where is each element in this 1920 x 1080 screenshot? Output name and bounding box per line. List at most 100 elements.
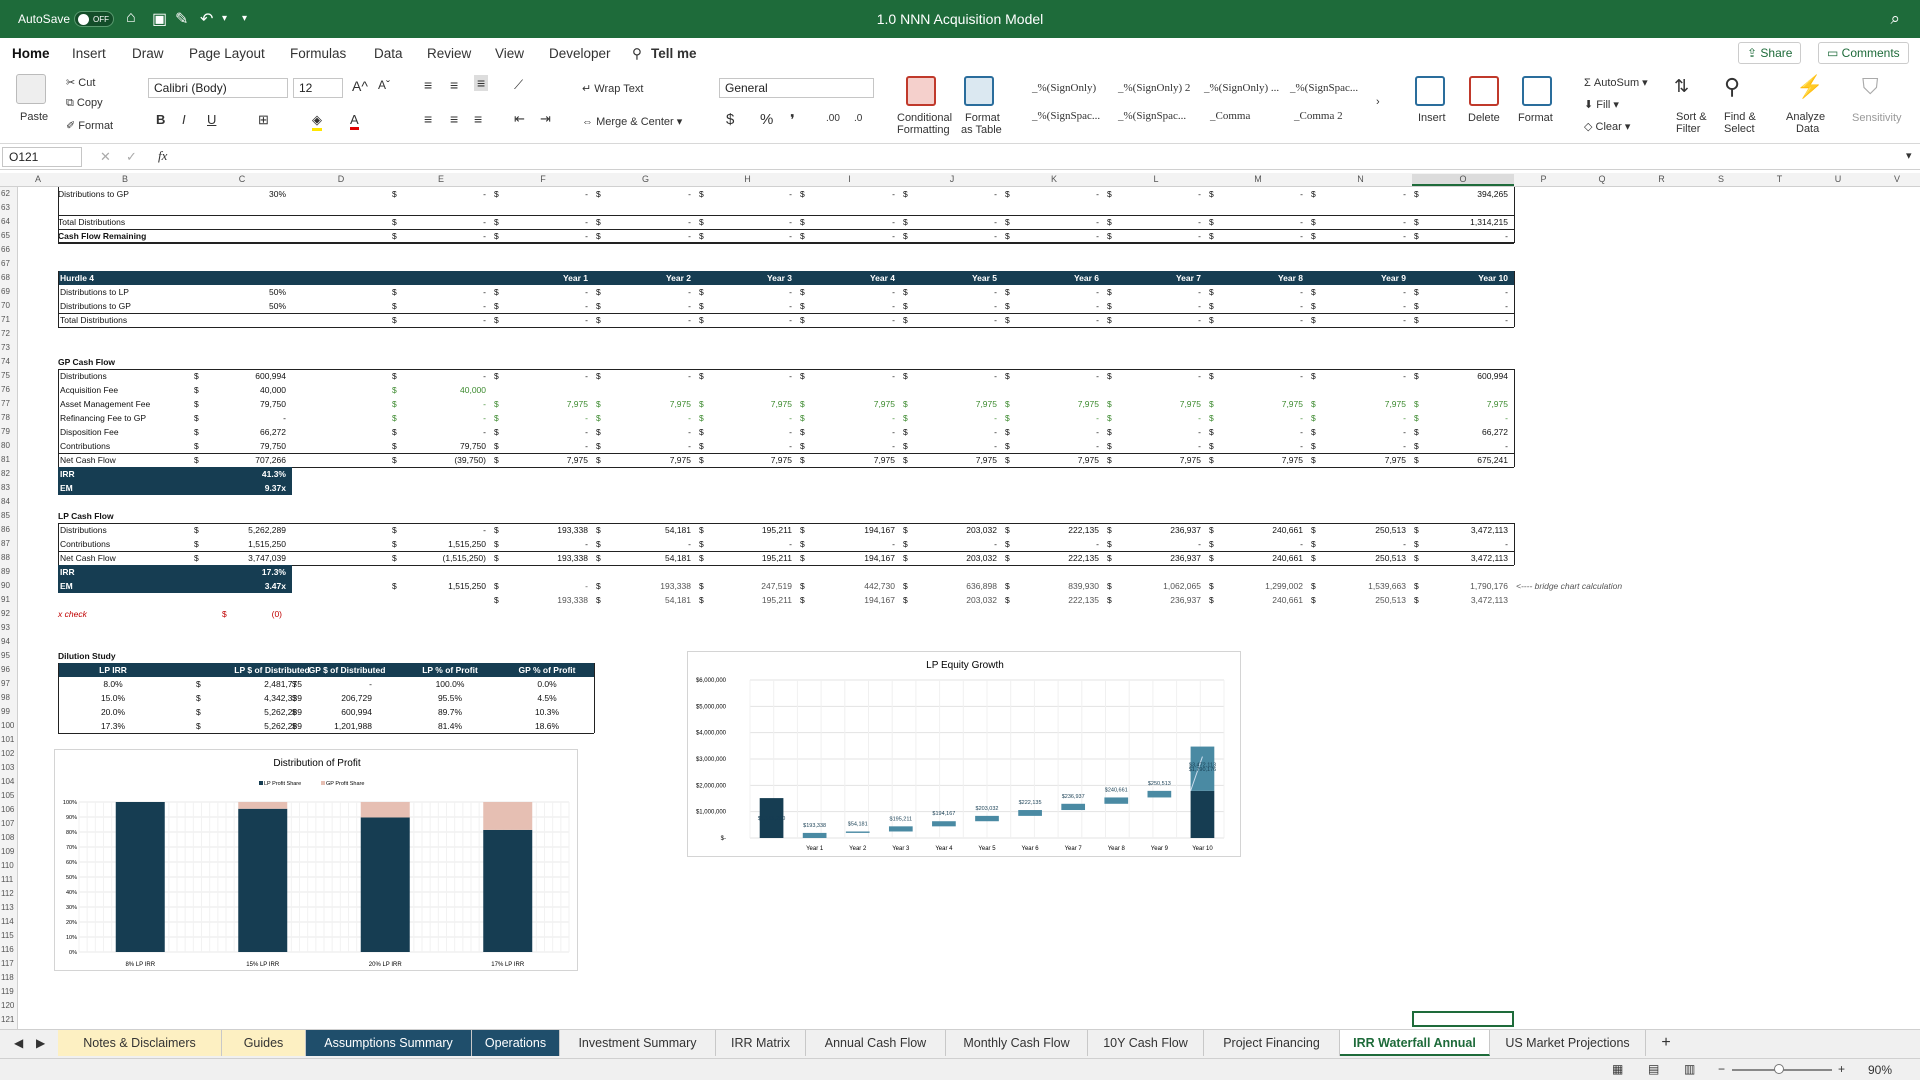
row-header[interactable]: 92 — [0, 607, 17, 621]
column-header-p[interactable]: P — [1514, 174, 1573, 184]
row-header[interactable]: 62 — [0, 187, 17, 201]
row-header[interactable]: 74 — [0, 355, 17, 369]
row-header[interactable]: 113 — [0, 901, 17, 915]
row-header[interactable]: 101 — [0, 733, 17, 747]
undo-dropdown-icon[interactable]: ▾ — [222, 13, 227, 24]
row-header[interactable]: 89 — [0, 565, 17, 579]
paste-button[interactable]: Paste — [20, 111, 48, 123]
format-as-table-label[interactable]: Format — [965, 112, 1000, 124]
row-header[interactable]: 93 — [0, 621, 17, 635]
row-header[interactable]: 98 — [0, 691, 17, 705]
row-header[interactable]: 90 — [0, 579, 17, 593]
sheet-tab[interactable]: Guides — [222, 1030, 306, 1056]
column-header-t[interactable]: T — [1750, 174, 1809, 184]
column-header-u[interactable]: U — [1809, 174, 1867, 184]
row-header[interactable]: 108 — [0, 831, 17, 845]
sheet-tab[interactable]: IRR Waterfall Annual — [1340, 1030, 1490, 1056]
lp-equity-growth-chart[interactable]: LP Equity Growth $- $1,000,000 $2,000,000 $3… — [687, 651, 1241, 857]
clear-button[interactable]: ◇ Clear ▾ — [1584, 120, 1630, 133]
sensitivity-label[interactable]: Sensitivity — [1852, 112, 1902, 124]
align-right-icon[interactable]: ≡ — [474, 111, 482, 127]
increase-indent-icon[interactable]: ⇥ — [540, 111, 551, 127]
row-header[interactable]: 94 — [0, 635, 17, 649]
row-header[interactable]: 115 — [0, 929, 17, 943]
percent-icon[interactable]: % — [760, 111, 773, 128]
sheet-tab[interactable]: Annual Cash Flow — [806, 1030, 946, 1056]
zoom-out-icon[interactable]: − — [1718, 1062, 1725, 1076]
row-header[interactable]: 68 — [0, 271, 17, 285]
row-header[interactable]: 121 — [0, 1013, 17, 1027]
autosum-button[interactable]: Σ AutoSum ▾ — [1584, 76, 1648, 89]
align-middle-icon[interactable]: ≡ — [450, 77, 458, 93]
row-header[interactable]: 116 — [0, 943, 17, 957]
row-header[interactable]: 71 — [0, 313, 17, 327]
align-top-icon[interactable]: ≡ — [424, 77, 432, 93]
row-header[interactable]: 82 — [0, 467, 17, 481]
underline-icon[interactable]: U — [207, 112, 216, 127]
cell-style-1[interactable]: _%(SignOnly) — [1032, 82, 1096, 94]
decrease-indent-icon[interactable]: ⇤ — [514, 111, 525, 127]
row-header[interactable]: 78 — [0, 411, 17, 425]
row-header[interactable]: 75 — [0, 369, 17, 383]
customize-qat-icon[interactable]: ▾ — [242, 13, 247, 24]
tab-formulas[interactable]: Formulas — [290, 46, 346, 61]
comma-icon[interactable]: ❜ — [790, 111, 795, 129]
save-icon[interactable]: ▣ — [152, 9, 167, 29]
column-header-b[interactable]: B — [58, 174, 192, 184]
paste-icon[interactable] — [16, 74, 46, 104]
row-header[interactable]: 83 — [0, 481, 17, 495]
sheet-tab[interactable]: IRR Matrix — [716, 1030, 806, 1056]
conditional-formatting-label-2[interactable]: Formatting — [897, 124, 950, 136]
row-header[interactable]: 79 — [0, 425, 17, 439]
cell-style-3[interactable]: _%(SignOnly) ... — [1204, 82, 1279, 94]
bold-icon[interactable]: B — [156, 112, 165, 127]
column-header-s[interactable]: S — [1692, 174, 1750, 184]
delete-cells-button[interactable]: Delete — [1468, 112, 1500, 124]
borders-icon[interactable]: ⊞ — [258, 112, 269, 128]
row-header[interactable]: 105 — [0, 789, 17, 803]
sheet-tab[interactable]: Investment Summary — [560, 1030, 716, 1056]
column-header-j[interactable]: J — [901, 174, 1003, 184]
number-format-select[interactable]: General — [719, 78, 874, 98]
sheet-tab[interactable]: Notes & Disclaimers — [58, 1030, 222, 1056]
page-layout-view-icon[interactable]: ▤ — [1648, 1062, 1659, 1076]
edit-icon[interactable]: ✎ — [175, 9, 188, 29]
zoom-slider-thumb[interactable] — [1774, 1064, 1784, 1074]
row-header[interactable]: 106 — [0, 803, 17, 817]
row-header[interactable]: 91 — [0, 593, 17, 607]
sort-filter-label[interactable]: Sort & — [1676, 111, 1707, 123]
styles-scroll-icon[interactable]: › — [1376, 96, 1380, 108]
normal-view-icon[interactable]: ▦ — [1612, 1062, 1623, 1076]
column-header-l[interactable]: L — [1105, 174, 1207, 184]
column-header-k[interactable]: K — [1003, 174, 1105, 184]
analyze-data-icon[interactable]: ⚡ — [1796, 74, 1823, 100]
row-header[interactable]: 67 — [0, 257, 17, 271]
decrease-decimal-icon[interactable]: .0 — [854, 113, 862, 124]
tab-page-layout[interactable]: Page Layout — [189, 46, 265, 61]
conditional-formatting-label[interactable]: Conditional — [897, 112, 952, 124]
sheet-tab[interactable]: Monthly Cash Flow — [946, 1030, 1088, 1056]
row-header[interactable]: 63 — [0, 201, 17, 215]
row-header[interactable]: 81 — [0, 453, 17, 467]
column-header-a[interactable]: A — [18, 174, 58, 184]
sheet-tab[interactable]: Project Financing — [1204, 1030, 1340, 1056]
column-header-f[interactable]: F — [492, 174, 594, 184]
column-header-i[interactable]: I — [798, 174, 901, 184]
row-header[interactable]: 99 — [0, 705, 17, 719]
row-header[interactable]: 114 — [0, 915, 17, 929]
row-header[interactable]: 109 — [0, 845, 17, 859]
cell-style-5[interactable]: _%(SignSpac... — [1032, 110, 1100, 122]
cell-style-7[interactable]: _Comma — [1210, 110, 1250, 122]
format-as-table-label-2[interactable]: as Table — [961, 124, 1002, 136]
conditional-formatting-icon[interactable] — [906, 76, 936, 106]
increase-decimal-icon[interactable]: .00 — [826, 113, 840, 124]
fill-button[interactable]: ⬇ Fill ▾ — [1584, 98, 1619, 111]
format-as-table-icon[interactable] — [964, 76, 994, 106]
tell-me-box[interactable]: Tell me — [651, 46, 697, 61]
sort-filter-icon[interactable]: ⇅ — [1674, 76, 1689, 97]
font-name-select[interactable]: Calibri (Body) — [148, 78, 288, 98]
analyze-data-label[interactable]: Analyze — [1786, 111, 1825, 123]
active-cell[interactable] — [1412, 1011, 1514, 1027]
column-header-v[interactable]: V — [1867, 174, 1920, 184]
column-header-q[interactable]: Q — [1573, 174, 1631, 184]
